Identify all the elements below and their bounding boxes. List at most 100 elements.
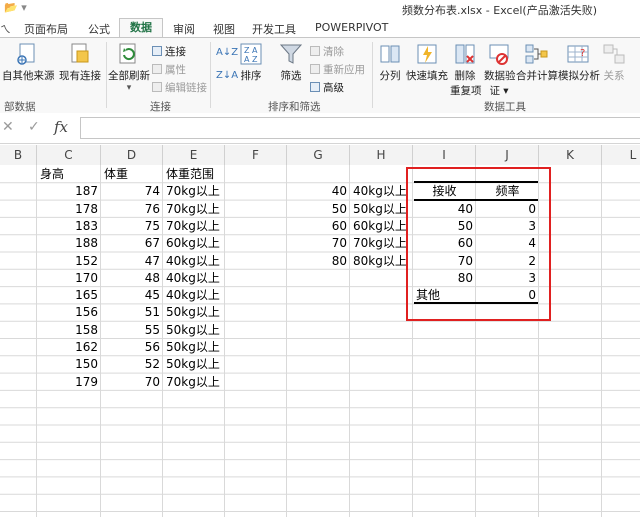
column-header-k[interactable]: K bbox=[539, 145, 602, 165]
weight-range-cell[interactable]: 40kg以上 bbox=[163, 286, 225, 304]
weight-range-cell[interactable]: 40kg以上 bbox=[163, 252, 225, 270]
height-cell[interactable]: 165 bbox=[37, 286, 101, 304]
header-weight-range[interactable]: 体重范围 bbox=[163, 165, 225, 183]
column-header-f[interactable]: F bbox=[225, 145, 287, 165]
bin-value-cell[interactable]: 40 bbox=[287, 182, 350, 200]
weight-cell[interactable]: 48 bbox=[101, 269, 163, 287]
weight-range-cell[interactable]: 70kg以上 bbox=[163, 200, 225, 218]
weight-cell[interactable]: 56 bbox=[101, 338, 163, 356]
sort-button[interactable]: Z AA Z 排序 bbox=[238, 42, 264, 83]
weight-range-cell[interactable]: 50kg以上 bbox=[163, 321, 225, 339]
tab-powerpivot[interactable]: POWERPIVOT bbox=[315, 21, 388, 34]
column-header-h[interactable]: H bbox=[350, 145, 413, 165]
height-cell[interactable]: 179 bbox=[37, 373, 101, 391]
data-validation-icon bbox=[489, 44, 509, 65]
weight-range-cell[interactable]: 60kg以上 bbox=[163, 234, 225, 252]
height-cell[interactable]: 188 bbox=[37, 234, 101, 252]
flash-fill-button[interactable]: 快速填充 bbox=[406, 42, 448, 83]
remove-duplicates-button[interactable]: 删除 重复项 bbox=[450, 42, 482, 98]
column-header-c[interactable]: C bbox=[37, 145, 101, 165]
weight-cell[interactable]: 51 bbox=[101, 303, 163, 321]
ribbon-divider bbox=[106, 42, 107, 108]
clear-filter-button[interactable]: 清除 bbox=[310, 44, 344, 59]
what-if-analysis-button[interactable]: ? 模拟分析 bbox=[558, 42, 600, 83]
weight-cell[interactable]: 55 bbox=[101, 321, 163, 339]
bin-label-cell[interactable]: 70kg以上 bbox=[350, 234, 413, 252]
edit-links-button[interactable]: 编辑链接 bbox=[152, 80, 207, 95]
quick-access-toolbar[interactable]: 📂 ▾ bbox=[4, 1, 27, 14]
height-cell[interactable]: 162 bbox=[37, 338, 101, 356]
height-cell[interactable]: 156 bbox=[37, 303, 101, 321]
enter-icon[interactable]: ✓ bbox=[28, 119, 40, 135]
height-cell[interactable]: 158 bbox=[37, 321, 101, 339]
weight-cell[interactable]: 75 bbox=[101, 217, 163, 235]
weight-range-cell[interactable]: 50kg以上 bbox=[163, 303, 225, 321]
tab-overflow[interactable]: ㄟ bbox=[0, 21, 11, 37]
weight-cell[interactable]: 47 bbox=[101, 252, 163, 270]
height-cell[interactable]: 178 bbox=[37, 200, 101, 218]
tab-view[interactable]: 视图 bbox=[213, 21, 235, 37]
height-cell[interactable]: 187 bbox=[37, 182, 101, 200]
weight-cell[interactable]: 45 bbox=[101, 286, 163, 304]
weight-range-cell[interactable]: 50kg以上 bbox=[163, 338, 225, 356]
weight-cell[interactable]: 52 bbox=[101, 355, 163, 373]
ribbon-tabs: ㄟ 页面布局 公式 数据 审阅 视图 开发工具 POWERPIVOT bbox=[0, 18, 640, 38]
tab-review[interactable]: 审阅 bbox=[173, 21, 195, 37]
bin-value-cell[interactable]: 60 bbox=[287, 217, 350, 235]
weight-range-cell[interactable]: 70kg以上 bbox=[163, 217, 225, 235]
from-other-sources-button[interactable]: 自其他来源 bbox=[2, 42, 55, 83]
weight-cell[interactable]: 70 bbox=[101, 373, 163, 391]
formula-input[interactable] bbox=[80, 117, 640, 139]
connections-button[interactable]: 连接 bbox=[152, 44, 186, 59]
weight-cell[interactable]: 76 bbox=[101, 200, 163, 218]
bin-value-cell[interactable]: 50 bbox=[287, 200, 350, 218]
svg-text:A Z: A Z bbox=[244, 55, 258, 64]
consolidate-button[interactable]: 合并计算 bbox=[516, 42, 558, 83]
text-to-columns-button[interactable]: 分列 bbox=[376, 42, 404, 83]
bin-label-cell[interactable]: 50kg以上 bbox=[350, 200, 413, 218]
tab-formulas[interactable]: 公式 bbox=[88, 21, 110, 37]
weight-cell[interactable]: 74 bbox=[101, 182, 163, 200]
height-cell[interactable]: 183 bbox=[37, 217, 101, 235]
header-height[interactable]: 身高 bbox=[37, 165, 101, 183]
sort-za-button[interactable]: Z↓A bbox=[216, 70, 238, 81]
weight-range-cell[interactable]: 50kg以上 bbox=[163, 355, 225, 373]
bin-label-cell[interactable]: 40kg以上 bbox=[350, 182, 413, 200]
column-header-e[interactable]: E bbox=[163, 145, 225, 165]
tab-developer[interactable]: 开发工具 bbox=[252, 21, 296, 37]
reapply-button[interactable]: 重新应用 bbox=[310, 62, 365, 77]
weight-cell[interactable]: 67 bbox=[101, 234, 163, 252]
highlight-box bbox=[406, 167, 551, 321]
column-header-j[interactable]: J bbox=[476, 145, 539, 165]
insert-function-button[interactable]: fx bbox=[54, 118, 68, 136]
height-cell[interactable]: 150 bbox=[37, 355, 101, 373]
sort-az-button[interactable]: A↓Z bbox=[216, 47, 238, 58]
bin-value-cell[interactable]: 80 bbox=[287, 252, 350, 270]
refresh-all-button[interactable]: 全部刷新 ▾ bbox=[108, 42, 150, 93]
weight-range-cell[interactable]: 70kg以上 bbox=[163, 182, 225, 200]
advanced-filter-button[interactable]: 高级 bbox=[310, 80, 344, 95]
bin-value-cell[interactable]: 70 bbox=[287, 234, 350, 252]
weight-range-cell[interactable]: 70kg以上 bbox=[163, 373, 225, 391]
weight-range-cell[interactable]: 40kg以上 bbox=[163, 269, 225, 287]
height-cell[interactable]: 170 bbox=[37, 269, 101, 287]
column-header-b[interactable]: B bbox=[0, 145, 37, 165]
clear-filter-icon bbox=[310, 46, 320, 56]
properties-button[interactable]: 属性 bbox=[152, 62, 186, 77]
bin-label-cell[interactable]: 80kg以上 bbox=[350, 252, 413, 270]
tab-data[interactable]: 数据 bbox=[119, 18, 163, 38]
filter-button[interactable]: 筛选 bbox=[276, 42, 306, 83]
relationships-button[interactable]: 关系 bbox=[600, 42, 628, 83]
data-validation-button[interactable]: 数据验证 ▾ bbox=[484, 42, 516, 98]
height-cell[interactable]: 152 bbox=[37, 252, 101, 270]
existing-connections-button[interactable]: 现有连接 bbox=[58, 42, 102, 83]
column-header-g[interactable]: G bbox=[287, 145, 350, 165]
header-weight[interactable]: 体重 bbox=[101, 165, 163, 183]
cancel-icon[interactable]: ✕ bbox=[2, 119, 14, 135]
edit-links-icon bbox=[152, 82, 162, 92]
bin-label-cell[interactable]: 60kg以上 bbox=[350, 217, 413, 235]
column-header-i[interactable]: I bbox=[413, 145, 476, 165]
column-header-l[interactable]: L bbox=[602, 145, 640, 165]
tab-page-layout[interactable]: 页面布局 bbox=[24, 21, 68, 37]
column-header-d[interactable]: D bbox=[101, 145, 163, 165]
